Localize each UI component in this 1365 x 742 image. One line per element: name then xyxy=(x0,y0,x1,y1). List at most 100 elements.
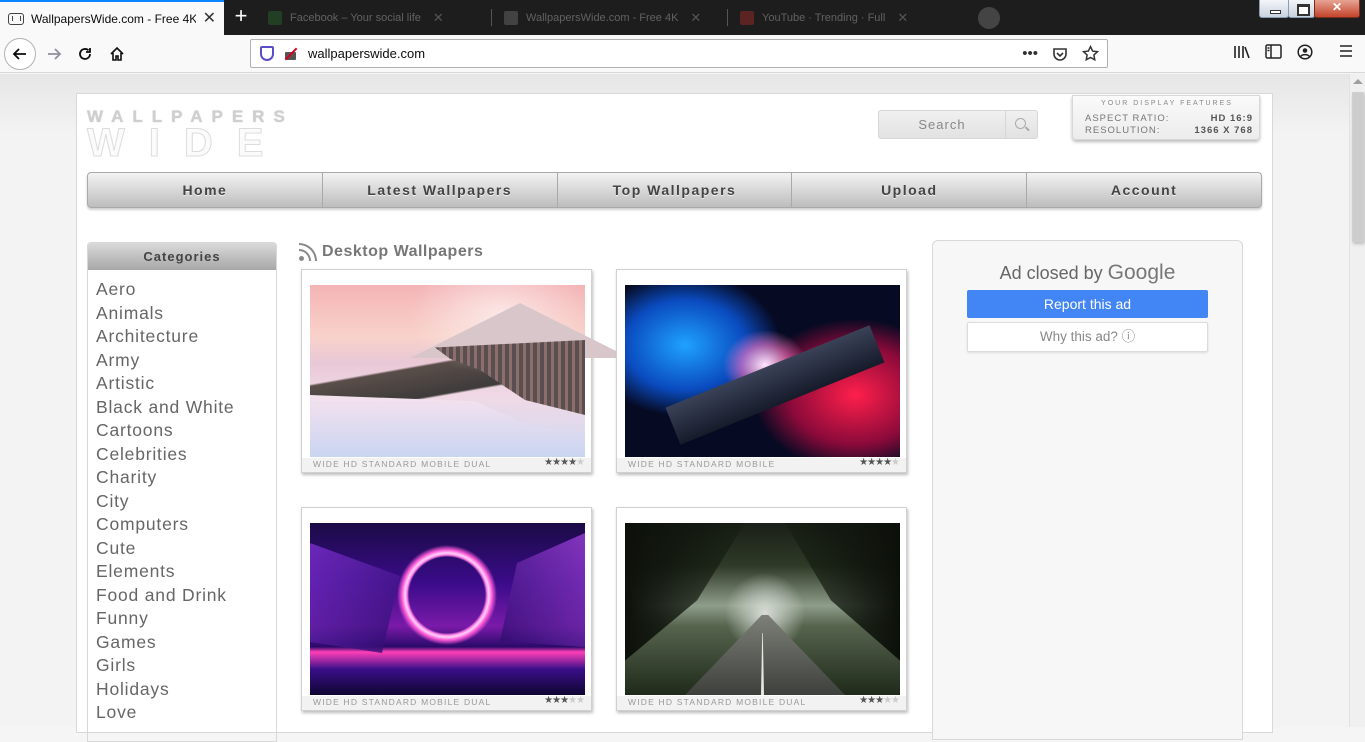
menu-home[interactable]: Home xyxy=(88,173,322,207)
report-ad-button[interactable]: Report this ad xyxy=(967,290,1208,318)
category-item[interactable]: Animals xyxy=(96,302,276,326)
tab-separator xyxy=(727,9,728,26)
url-bar[interactable]: wallpaperswide.com ••• xyxy=(250,39,1108,68)
star-icon: ★ xyxy=(560,695,569,706)
star-icon: ★ xyxy=(867,457,876,468)
tracking-shield-icon[interactable] xyxy=(260,46,274,61)
scroll-up-arrow-icon[interactable] xyxy=(1353,79,1363,84)
rating-stars: ★★★★★ xyxy=(544,457,585,468)
category-item[interactable]: Artistic xyxy=(96,372,276,396)
new-tab-button[interactable]: + xyxy=(229,5,253,29)
star-icon: ★ xyxy=(883,457,892,468)
display-features-title: YOUR DISPLAY FEATURES xyxy=(1101,100,1233,107)
star-icon: ★ xyxy=(544,457,553,468)
category-item[interactable]: Elements xyxy=(96,560,276,584)
tab-audio-icon[interactable] xyxy=(978,7,1000,29)
tab-close-icon[interactable]: ✕ xyxy=(433,10,444,26)
menu-latest-wallpapers[interactable]: Latest Wallpapers xyxy=(321,173,557,207)
wallpaper-thumbnail-space-battle[interactable] xyxy=(625,285,900,457)
tab-favicon-icon xyxy=(740,10,754,25)
star-icon: ★ xyxy=(859,457,868,468)
display-features-box: YOUR DISPLAY FEATURES ASPECT RATIO: HD 1… xyxy=(1072,95,1260,140)
star-icon: ★ xyxy=(859,695,868,706)
category-item[interactable]: City xyxy=(96,490,276,514)
category-item[interactable]: Black and White xyxy=(96,396,276,420)
star-icon: ★ xyxy=(544,695,553,706)
category-item[interactable]: Charity xyxy=(96,466,276,490)
category-item[interactable]: Food and Drink xyxy=(96,584,276,608)
url-input[interactable]: wallpaperswide.com xyxy=(308,46,425,61)
page-scrollbar[interactable] xyxy=(1349,74,1365,727)
library-icon[interactable] xyxy=(1233,44,1251,65)
section-title: Desktop Wallpapers xyxy=(299,242,483,261)
pocket-icon[interactable] xyxy=(1052,46,1068,62)
wallpaper-formats[interactable]: WIDE HD STANDARD MOBILE xyxy=(628,459,775,469)
account-icon[interactable] xyxy=(1297,44,1313,65)
wallpaper-thumbnail-tree-road[interactable] xyxy=(625,523,900,695)
sidebar-toggle-icon[interactable] xyxy=(1265,44,1282,64)
resolution-label: RESOLUTION: xyxy=(1085,125,1161,136)
home-button[interactable] xyxy=(102,39,132,69)
why-this-ad-button[interactable]: Why this ad? ⓘ xyxy=(967,322,1208,352)
tab-background-3[interactable]: YouTube · Trending · Full ✕ xyxy=(730,0,962,35)
category-item[interactable]: Celebrities xyxy=(96,443,276,467)
rss-feed-icon[interactable] xyxy=(299,242,317,261)
reload-icon xyxy=(79,48,91,60)
menu-account[interactable]: Account xyxy=(1026,173,1261,207)
tab-background-1[interactable]: Facebook – Your social life ✕ xyxy=(258,0,488,35)
menu-top-wallpapers[interactable]: Top Wallpapers xyxy=(556,173,792,207)
wallpaper-formats[interactable]: WIDE HD STANDARD MOBILE DUAL xyxy=(313,459,491,469)
hamburger-menu-icon[interactable] xyxy=(1338,44,1354,63)
main-menu: Home Latest Wallpapers Top Wallpapers Up… xyxy=(87,172,1262,208)
tab-close-icon[interactable]: ✕ xyxy=(203,10,216,27)
wallpaper-thumbnail-snowy-mountain[interactable] xyxy=(310,285,630,457)
tab-close-icon[interactable]: ✕ xyxy=(897,10,908,26)
star-icon: ★ xyxy=(552,695,561,706)
tab-background-2[interactable]: WallpapersWide.com - Free 4K ✕ xyxy=(494,0,724,35)
category-item[interactable]: Games xyxy=(96,631,276,655)
category-item[interactable]: Cartoons xyxy=(96,419,276,443)
insecure-lock-icon[interactable] xyxy=(284,47,297,60)
tab-strip: WallpapersWide.com - Free 4K ✕ + Faceboo… xyxy=(0,0,1365,35)
category-item[interactable]: Aero xyxy=(96,278,276,302)
category-item[interactable]: Cute xyxy=(96,537,276,561)
scrollbar-thumb[interactable] xyxy=(1352,92,1364,242)
category-item[interactable]: Computers xyxy=(96,513,276,537)
category-item[interactable]: Love xyxy=(96,701,276,725)
wallpaper-card: WIDE HD STANDARD MOBILE ★★★★★ xyxy=(616,269,907,473)
category-item[interactable]: Girls xyxy=(96,654,276,678)
category-item[interactable]: Army xyxy=(96,349,276,373)
star-icon: ★ xyxy=(891,695,900,706)
categories-title: Categories xyxy=(88,243,276,270)
ad-panel: Ad closed by Google Report this ad Why t… xyxy=(932,240,1243,740)
back-button[interactable] xyxy=(4,38,36,70)
star-icon: ★ xyxy=(560,457,569,468)
google-wordmark: Google xyxy=(1107,261,1176,284)
category-item[interactable]: Funny xyxy=(96,607,276,631)
tab-title: YouTube · Trending · Full xyxy=(762,11,886,24)
menu-upload[interactable]: Upload xyxy=(791,173,1026,207)
home-icon xyxy=(110,46,124,61)
search-input[interactable]: Search xyxy=(878,110,1006,139)
tab-title: WallpapersWide.com - Free 4K xyxy=(526,11,679,24)
forward-button[interactable] xyxy=(39,39,69,69)
tab-title: Facebook – Your social life xyxy=(290,11,421,24)
tab-close-icon[interactable]: ✕ xyxy=(690,10,701,26)
tab-favicon-icon xyxy=(268,10,282,25)
site-logo[interactable]: WALLPAPERS WIDE xyxy=(87,108,347,164)
maximize-button[interactable] xyxy=(1288,0,1315,18)
search-button[interactable] xyxy=(1006,110,1038,139)
minimize-button[interactable] xyxy=(1259,0,1289,18)
category-item[interactable]: Holidays xyxy=(96,678,276,702)
wallpaper-thumbnail-neon-ring[interactable] xyxy=(310,523,585,695)
wallpaper-formats[interactable]: WIDE HD STANDARD MOBILE DUAL xyxy=(628,697,806,707)
tab-wallpaperswide[interactable]: WallpapersWide.com - Free 4K ✕ xyxy=(0,0,224,35)
reload-button[interactable] xyxy=(70,39,100,69)
tab-favicon-icon xyxy=(504,10,518,25)
rating-stars: ★★★★★ xyxy=(859,695,900,706)
wallpaper-formats[interactable]: WIDE HD STANDARD MOBILE DUAL xyxy=(313,697,491,707)
more-actions-icon[interactable]: ••• xyxy=(1022,45,1038,62)
category-item[interactable]: Architecture xyxy=(96,325,276,349)
bookmark-star-icon[interactable] xyxy=(1082,45,1099,62)
close-window-button[interactable] xyxy=(1314,0,1360,18)
